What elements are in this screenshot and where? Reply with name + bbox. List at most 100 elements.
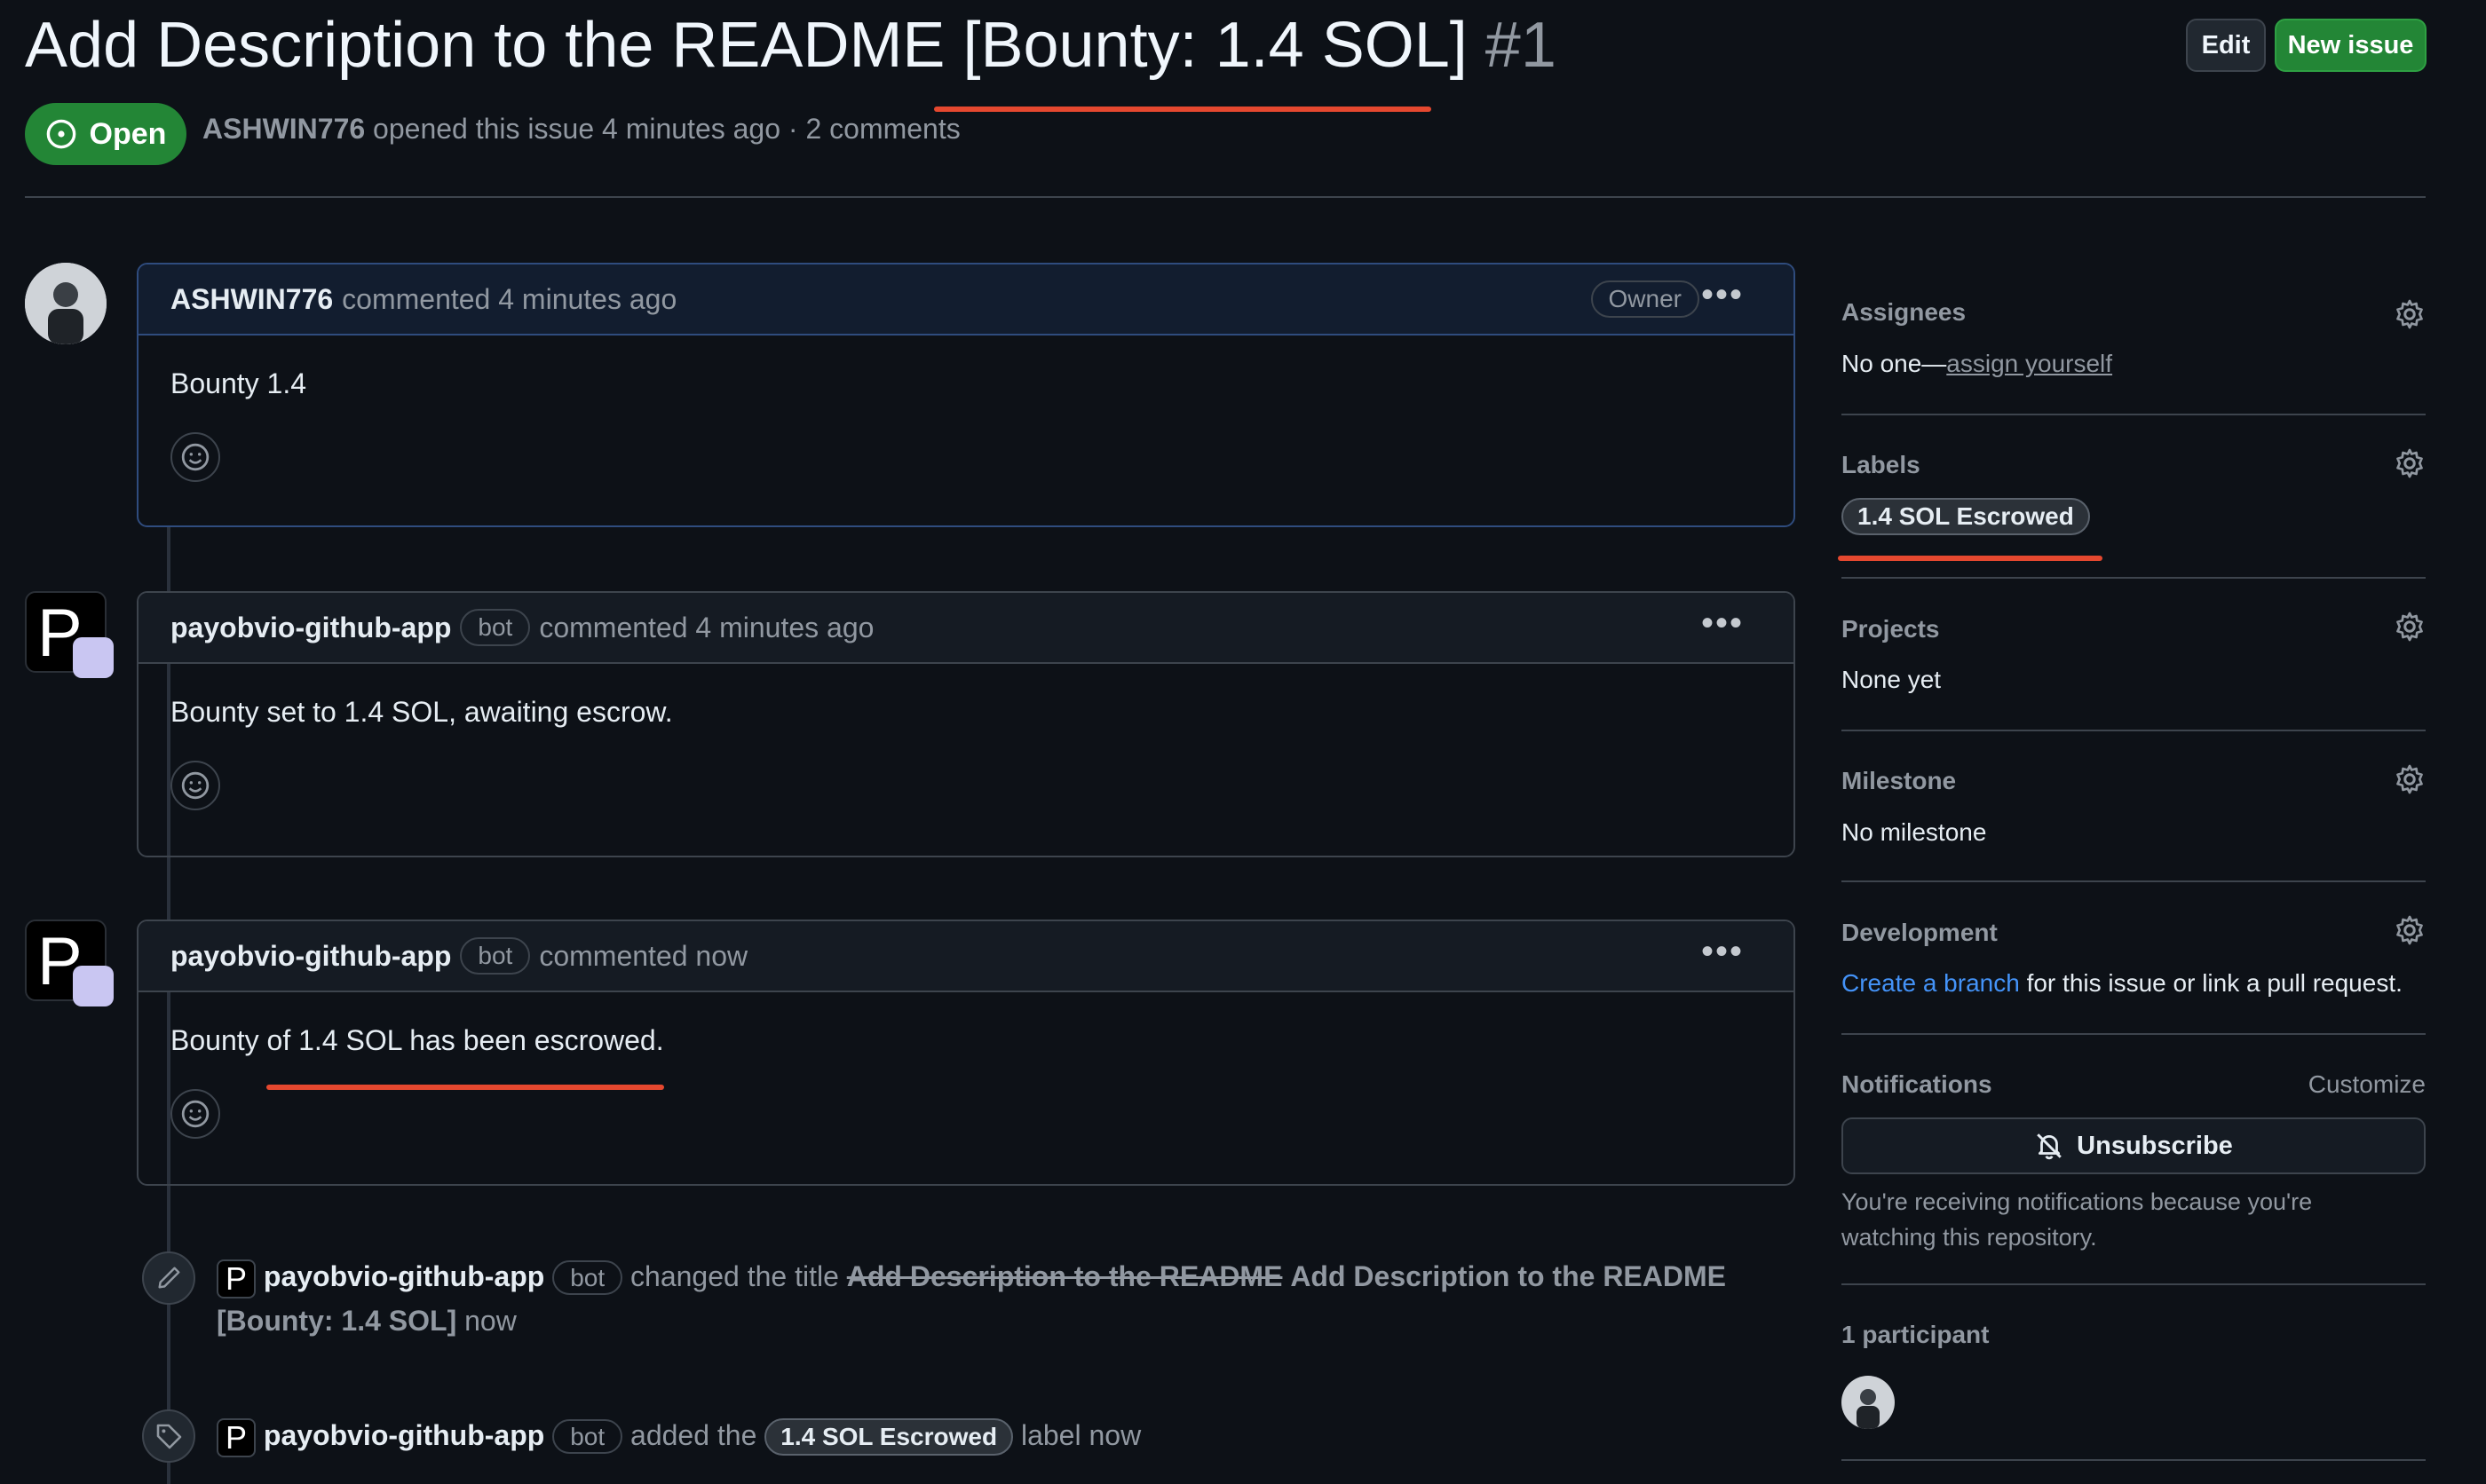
assign-yourself-link[interactable]: assign yourself (1946, 350, 2112, 377)
bot-badge: bot (552, 1260, 623, 1295)
labels-gear-icon[interactable] (2394, 447, 2426, 479)
comment-header: payobvio-github-app bot commented 4 minu… (139, 593, 1793, 664)
participants-heading: 1 participant (1841, 1321, 1990, 1348)
notifications-heading: Notifications (1841, 1070, 1992, 1098)
projects-value: None yet (1841, 666, 1942, 693)
add-reaction-button[interactable] (170, 1089, 220, 1139)
event-author[interactable]: payobvio-github-app (264, 1419, 544, 1451)
sidebar-divider (1841, 880, 2426, 882)
new-title-part-1: Add Description to the README (1290, 1260, 1726, 1292)
bot-badge: bot (460, 609, 531, 646)
development-gear-icon[interactable] (2394, 914, 2426, 946)
event-avatar[interactable]: P (217, 1417, 256, 1457)
comment-card: payobvio-github-app bot commented now ••… (137, 920, 1795, 1186)
issue-number: #1 (1484, 10, 1556, 81)
bot-avatar[interactable]: P (25, 591, 114, 678)
sidebar-divider (1841, 1283, 2426, 1285)
assignees-heading: Assignees (1841, 298, 1967, 326)
labels-heading: Labels (1841, 451, 1920, 478)
customize-link[interactable]: Customize (2308, 1070, 2426, 1099)
more-options-icon[interactable]: ••• (1701, 605, 1744, 641)
more-options-icon[interactable]: ••• (1701, 934, 1744, 969)
sidebar-divider (1841, 1033, 2426, 1035)
milestone-gear-icon[interactable] (2394, 763, 2426, 795)
old-title: Add Description to the README (846, 1260, 1283, 1292)
bell-slash-icon (2037, 1133, 2062, 1160)
add-reaction-button[interactable] (170, 432, 220, 482)
unsubscribe-button[interactable]: Unsubscribe (1841, 1117, 2426, 1174)
tag-icon (156, 1424, 182, 1449)
comment-body: Bounty set to 1.4 SOL, awaiting escrow. (139, 664, 1793, 842)
new-issue-button[interactable]: New issue (2275, 19, 2427, 72)
comment-header: ASHWIN776 commented 4 minutes ago Owner … (139, 264, 1793, 335)
comment-text: Bounty set to 1.4 SOL, awaiting escrow. (170, 696, 673, 728)
notifications-note-line1: You're receiving notifications because y… (1841, 1188, 2313, 1215)
participant-avatar[interactable] (1841, 1376, 1895, 1429)
comment-author[interactable]: payobvio-github-app (170, 940, 451, 973)
comment-action: commented now (539, 939, 748, 972)
label-pill[interactable]: 1.4 SOL Escrowed (1841, 498, 2090, 535)
status-label: Open (89, 116, 167, 151)
comment-action: commented 4 minutes ago (342, 282, 677, 315)
new-title-part-2: [Bounty: 1.4 SOL] (217, 1305, 457, 1337)
timeline-event-icon (142, 1409, 195, 1463)
event-action: changed the title (630, 1260, 839, 1292)
create-branch-link[interactable]: Create a branch (1841, 969, 2020, 997)
bot-badge: bot (460, 937, 531, 975)
comment-body: Bounty 1.4 (139, 335, 1793, 514)
sidebar-divider (1841, 577, 2426, 579)
title-change-event: P payobvio-github-app bot changed the ti… (217, 1254, 1762, 1343)
milestone-value: No milestone (1841, 818, 1987, 846)
comment-author[interactable]: ASHWIN776 (170, 283, 333, 316)
comment-text: Bounty of 1.4 SOL has been escrowed. (170, 1024, 664, 1056)
issue-author-link[interactable]: ASHWIN776 (202, 113, 365, 145)
avatar[interactable] (25, 263, 107, 344)
comment-text: Bounty 1.4 (170, 367, 306, 399)
unsubscribe-label: Unsubscribe (2077, 1131, 2233, 1160)
label-pill[interactable]: 1.4 SOL Escrowed (764, 1418, 1014, 1456)
label-highlight-underline (1838, 556, 2102, 561)
comment-body: Bounty of 1.4 SOL has been escrowed. (139, 992, 1793, 1171)
owner-badge: Owner (1590, 280, 1699, 318)
smiley-icon (181, 443, 210, 471)
issue-title: Add Description to the README [Bounty: 1… (25, 9, 1556, 83)
milestone-heading: Milestone (1841, 767, 1957, 794)
comment-action: commented 4 minutes ago (539, 611, 875, 643)
sidebar-divider (1841, 1459, 2426, 1461)
title-highlight-underline (934, 107, 1431, 112)
development-suffix: for this issue or link a pull request. (2026, 969, 2403, 997)
notifications-note-line2: watching this repository. (1841, 1224, 2097, 1251)
development-value: Create a branch for this issue or link a… (1841, 969, 2403, 998)
status-badge: Open (25, 103, 186, 165)
notifications-note: You're receiving notifications because y… (1841, 1184, 2312, 1255)
user-avatar-image (25, 263, 107, 344)
assignees-none-text: No one— (1841, 350, 1947, 377)
comment-header: payobvio-github-app bot commented now ••… (139, 921, 1793, 992)
issue-meta-text: opened this issue 4 minutes ago · 2 comm… (373, 113, 961, 145)
issue-open-icon (46, 119, 75, 149)
bot-badge-icon (73, 637, 114, 678)
bot-avatar[interactable]: P (25, 920, 114, 1006)
edit-button[interactable]: Edit (2186, 19, 2266, 72)
pencil-icon (158, 1267, 180, 1289)
issue-meta: ASHWIN776 opened this issue 4 minutes ag… (202, 113, 961, 146)
event-action: added the (630, 1419, 757, 1451)
timeline-event-icon (142, 1251, 195, 1305)
development-heading: Development (1841, 919, 1998, 946)
event-author[interactable]: payobvio-github-app (264, 1260, 544, 1292)
comment-author[interactable]: payobvio-github-app (170, 612, 451, 644)
event-avatar[interactable]: P (217, 1259, 256, 1298)
comment-card: payobvio-github-app bot commented 4 minu… (137, 591, 1795, 857)
issue-title-text: Add Description to the README [Bounty: 1… (25, 10, 1468, 81)
label-added-event: P payobvio-github-app bot added the 1.4 … (217, 1413, 1762, 1457)
assignees-value: No one—assign yourself (1841, 350, 2112, 378)
sidebar-divider (1841, 730, 2426, 731)
event-suffix: label now (1020, 1419, 1142, 1451)
more-options-icon[interactable]: ••• (1701, 277, 1744, 312)
projects-gear-icon[interactable] (2394, 611, 2426, 643)
comment-card: ASHWIN776 commented 4 minutes ago Owner … (137, 263, 1795, 527)
assignees-gear-icon[interactable] (2394, 298, 2426, 330)
smiley-icon (181, 1100, 210, 1128)
add-reaction-button[interactable] (170, 761, 220, 810)
sidebar-divider (1841, 414, 2426, 415)
